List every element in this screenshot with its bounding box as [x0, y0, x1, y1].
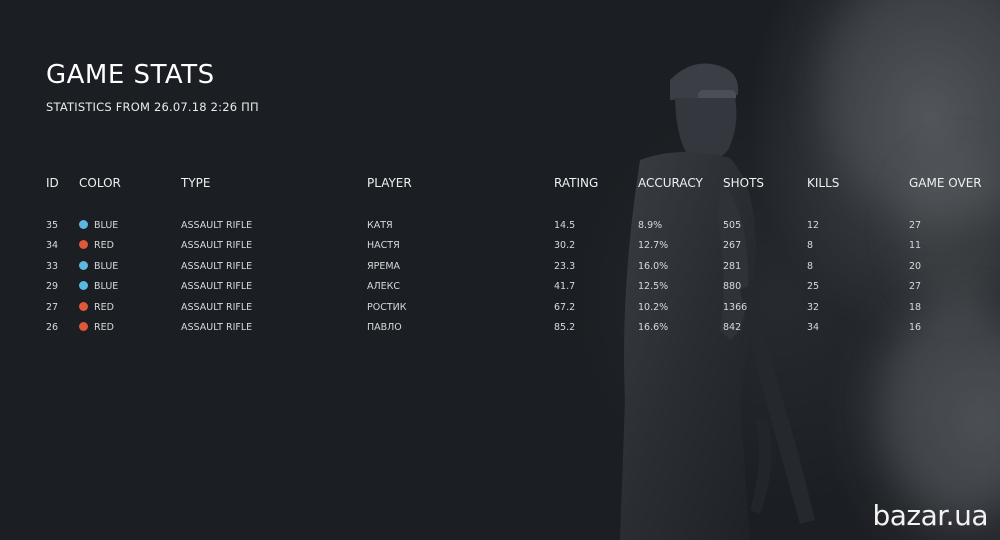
game-stats-screen: GAME STATS STATISTICS FROM 26.07.18 2:26…: [0, 0, 1000, 540]
cell-game-over: 27: [909, 220, 922, 231]
cell-kills: 12: [807, 220, 820, 231]
cell-accuracy: 16.6%: [638, 321, 669, 333]
cell-accuracy: 10.2%: [638, 301, 669, 313]
column-header-color[interactable]: COLOR: [79, 176, 121, 190]
cell-kills: 32: [807, 301, 820, 313]
cell-rating: 23.3: [554, 260, 576, 272]
cell-kills: 8: [807, 260, 814, 272]
page-subtitle: STATISTICS FROM 26.07.18 2:26 ПП: [46, 100, 259, 114]
cell-color: RED: [79, 318, 114, 338]
stats-table: ID COLOR TYPE PLAYER RATING ACCURACY SHO…: [46, 176, 996, 338]
cell-color: RED: [79, 298, 114, 318]
cell-rating: 14.5: [554, 220, 576, 231]
column-header-accuracy[interactable]: ACCURACY: [638, 176, 703, 190]
cell-rating: 67.2: [554, 301, 576, 313]
cell-player: ЯРЕМА: [367, 260, 401, 272]
cell-accuracy: 12.7%: [638, 240, 669, 252]
cell-accuracy: 12.5%: [638, 281, 669, 293]
column-header-rating[interactable]: RATING: [554, 176, 598, 190]
cell-color-label: BLUE: [94, 260, 119, 272]
cell-game-over: 16: [909, 321, 922, 333]
cell-id: 29: [46, 281, 59, 293]
cell-player: НАСТЯ: [367, 240, 400, 252]
blue-team-dot-icon: [79, 260, 88, 270]
cell-type: ASSAULT RIFLE: [181, 321, 253, 333]
cell-game-over: 11: [909, 240, 922, 252]
cell-type: ASSAULT RIFLE: [181, 220, 253, 231]
watermark-logo: bazar.ua: [872, 499, 988, 532]
cell-color: BLUE: [79, 216, 118, 236]
red-team-dot-icon: [79, 321, 88, 331]
cell-player: РОСТИК: [367, 301, 407, 313]
blue-team-dot-icon: [79, 220, 88, 229]
table-row[interactable]: 29 BLUE ASSAULT RIFLE АЛЕКС 41.7 12.5% 8…: [46, 277, 996, 297]
cell-kills: 34: [807, 321, 820, 333]
cell-shots: 880: [723, 281, 742, 293]
cell-id: 33: [46, 260, 59, 272]
column-header-shots[interactable]: SHOTS: [723, 176, 764, 190]
column-header-player[interactable]: PLAYER: [367, 176, 412, 190]
table-row[interactable]: 26 RED ASSAULT RIFLE ПАВЛО 85.2 16.6% 84…: [46, 318, 996, 338]
cell-rating: 85.2: [554, 321, 576, 333]
cell-color-label: BLUE: [94, 220, 119, 231]
blue-team-dot-icon: [79, 281, 88, 291]
cell-id: 27: [46, 301, 59, 313]
column-header-game-over[interactable]: GAME OVER: [909, 176, 982, 190]
cell-id: 35: [46, 220, 59, 231]
table-body: 35 BLUE ASSAULT RIFLE КАТЯ 14.5 8.9% 505…: [46, 216, 996, 338]
cell-id: 34: [46, 240, 59, 252]
red-team-dot-icon: [79, 240, 88, 250]
cell-color-label: RED: [94, 301, 114, 313]
cell-rating: 30.2: [554, 240, 576, 252]
cell-accuracy: 16.0%: [638, 260, 669, 272]
cell-player: ПАВЛО: [367, 321, 402, 333]
cell-shots: 1366: [723, 301, 748, 313]
table-row[interactable]: 27 RED ASSAULT RIFLE РОСТИК 67.2 10.2% 1…: [46, 298, 996, 318]
cell-color-label: BLUE: [94, 281, 119, 293]
cell-kills: 25: [807, 281, 820, 293]
cell-game-over: 18: [909, 301, 922, 313]
cell-shots: 842: [723, 321, 742, 333]
cell-type: ASSAULT RIFLE: [181, 281, 253, 293]
cell-player: КАТЯ: [367, 220, 393, 231]
column-header-kills[interactable]: KILLS: [807, 176, 839, 190]
table-row[interactable]: 34 RED ASSAULT RIFLE НАСТЯ 30.2 12.7% 26…: [46, 236, 996, 256]
cell-type: ASSAULT RIFLE: [181, 301, 253, 313]
cell-color: BLUE: [79, 257, 118, 277]
cell-type: ASSAULT RIFLE: [181, 260, 253, 272]
cell-shots: 281: [723, 260, 742, 272]
red-team-dot-icon: [79, 301, 88, 311]
cell-id: 26: [46, 321, 59, 333]
table-row[interactable]: 33 BLUE ASSAULT RIFLE ЯРЕМА 23.3 16.0% 2…: [46, 257, 996, 277]
cell-shots: 505: [723, 220, 742, 231]
cell-kills: 8: [807, 240, 814, 252]
cell-player: АЛЕКС: [367, 281, 401, 293]
column-header-id[interactable]: ID: [46, 176, 59, 190]
cell-game-over: 20: [909, 260, 922, 272]
cell-color: RED: [79, 236, 114, 256]
cell-accuracy: 8.9%: [638, 220, 663, 231]
cell-type: ASSAULT RIFLE: [181, 240, 253, 252]
cell-game-over: 27: [909, 281, 922, 293]
column-header-type[interactable]: TYPE: [181, 176, 210, 190]
page-title: GAME STATS: [46, 60, 215, 90]
cell-color-label: RED: [94, 321, 114, 333]
table-header-row: ID COLOR TYPE PLAYER RATING ACCURACY SHO…: [46, 176, 996, 216]
cell-color: BLUE: [79, 277, 118, 297]
cell-rating: 41.7: [554, 281, 576, 293]
cell-shots: 267: [723, 240, 742, 252]
table-row[interactable]: 35 BLUE ASSAULT RIFLE КАТЯ 14.5 8.9% 505…: [46, 216, 996, 236]
cell-color-label: RED: [94, 240, 114, 252]
